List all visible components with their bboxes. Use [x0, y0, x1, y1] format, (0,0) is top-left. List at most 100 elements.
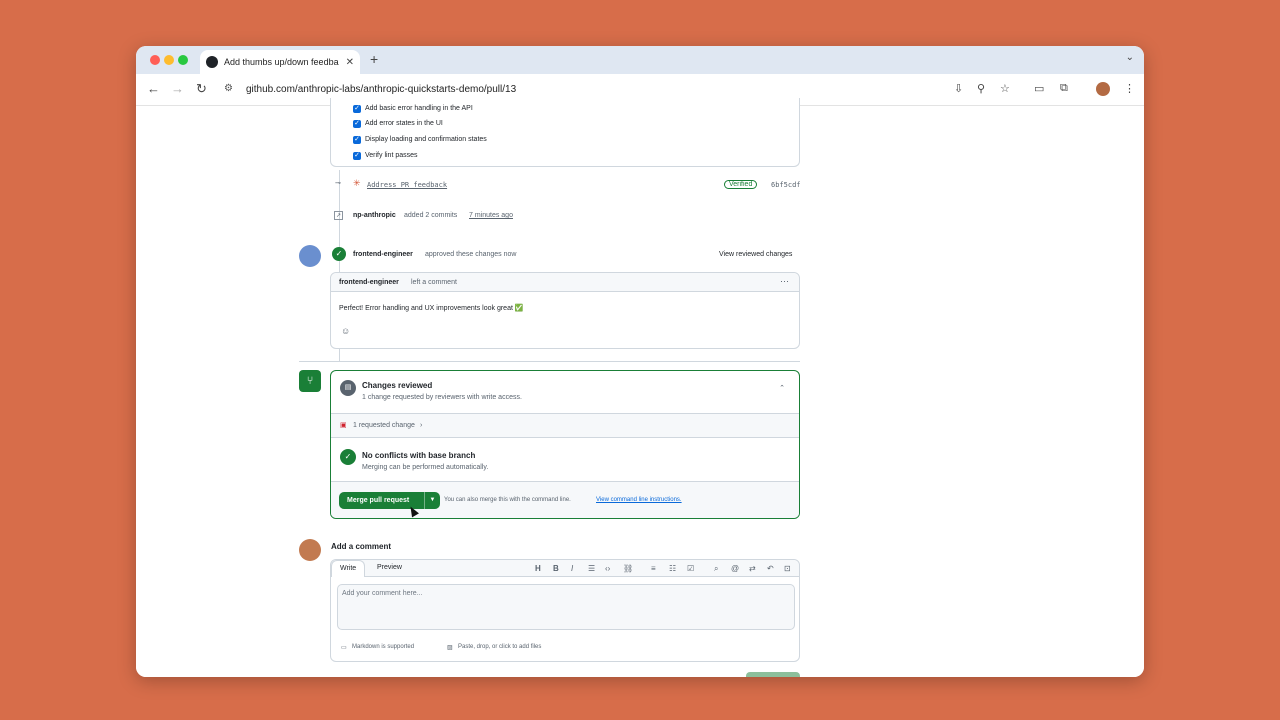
- verified-badge[interactable]: Verified: [724, 180, 758, 189]
- conflicts-title: No conflicts with base branch: [362, 451, 476, 460]
- tab-title: Add thumbs up/down feedba: [224, 57, 339, 67]
- attach-files-note[interactable]: Paste, drop, or click to add files: [458, 644, 541, 650]
- current-user-avatar[interactable]: [299, 539, 321, 561]
- close-window-button[interactable]: [150, 55, 160, 65]
- checkbox[interactable]: ✓: [353, 105, 361, 113]
- review-icon: ▤: [340, 380, 356, 396]
- extensions-icon[interactable]: ⧉: [1060, 82, 1068, 95]
- file-diff-icon: ▣: [340, 422, 347, 429]
- more-menu-icon[interactable]: ⋮: [1124, 82, 1135, 95]
- tab-preview[interactable]: Preview: [377, 564, 402, 571]
- comment-textarea[interactable]: Add your comment here...: [337, 584, 795, 630]
- profile-avatar[interactable]: [1096, 82, 1110, 96]
- new-tab-icon[interactable]: +: [370, 51, 378, 67]
- forward-icon[interactable]: →: [171, 81, 184, 96]
- mention-icon[interactable]: @: [731, 564, 739, 573]
- site-info-icon[interactable]: ⚙: [224, 83, 233, 94]
- back-icon[interactable]: ←: [147, 81, 160, 96]
- requested-change-row[interactable]: ▣ 1 requested change ›: [331, 414, 799, 438]
- quote-icon[interactable]: ☰: [588, 564, 595, 573]
- reply-icon[interactable]: ↶: [767, 564, 774, 573]
- timeline-line: [339, 349, 340, 361]
- checkbox[interactable]: ✓: [353, 136, 361, 144]
- commit-message[interactable]: Address PR feedback: [367, 181, 447, 189]
- reload-icon[interactable]: ↻: [196, 81, 207, 97]
- chevron-down-icon[interactable]: ⌄: [1126, 52, 1134, 63]
- merge-button-label: Merge pull request: [347, 497, 410, 504]
- bold-icon[interactable]: B: [553, 564, 559, 573]
- tab-write[interactable]: Write: [331, 560, 366, 577]
- comment-placeholder: Add your comment here...: [342, 590, 423, 597]
- url-text: github.com/anthropic-labs/anthropic-quic…: [246, 84, 517, 95]
- cli-text: You can also merge this with the command…: [444, 497, 571, 503]
- checklist-item: Add basic error handling in the API: [365, 105, 473, 112]
- reviewer-name[interactable]: frontend-engineer: [353, 251, 413, 258]
- changes-reviewed-section[interactable]: ▤ Changes reviewed 1 change requested by…: [331, 371, 799, 414]
- approved-check-icon: ✓: [332, 247, 346, 261]
- checklist-item: Verify lint passes: [365, 152, 418, 159]
- push-time[interactable]: 7 minutes ago: [469, 212, 513, 219]
- image-icon: ▨: [447, 645, 453, 651]
- add-comment-title: Add a comment: [331, 542, 392, 551]
- comment-action: left a comment: [411, 279, 457, 286]
- commit-icon: ⊸: [335, 180, 341, 187]
- reviewer-avatar[interactable]: [299, 245, 321, 267]
- close-tab-icon[interactable]: ✕: [346, 57, 354, 68]
- requested-change-label: 1 requested change: [353, 422, 415, 429]
- checkbox[interactable]: ✓: [353, 120, 361, 128]
- install-icon[interactable]: ⇩: [954, 82, 963, 95]
- check-circle-icon: ✓: [340, 449, 356, 465]
- checklist-item: Display loading and confirmation states: [365, 136, 487, 143]
- saved-replies-icon[interactable]: ⊡: [784, 564, 791, 573]
- numbered-list-icon[interactable]: ≡: [651, 564, 656, 573]
- minimize-window-button[interactable]: [164, 55, 174, 65]
- zoom-window-button[interactable]: [178, 55, 188, 65]
- review-comment-card: frontend-engineer left a comment ⋯ Perfe…: [330, 272, 800, 349]
- cast-icon[interactable]: ▭: [1034, 82, 1044, 95]
- chevron-right-icon: ›: [420, 422, 423, 429]
- checkbox[interactable]: ✓: [353, 152, 361, 160]
- merge-pull-request-button[interactable]: Merge pull request ▼: [339, 492, 440, 509]
- git-merge-icon: ⑂: [299, 370, 321, 392]
- attach-icon[interactable]: ⌕: [714, 564, 718, 574]
- comment-header: frontend-engineer left a comment ⋯: [331, 273, 799, 292]
- claude-avatar-icon: ✳: [353, 178, 361, 188]
- commit-sha[interactable]: 6bf5cdf: [771, 181, 801, 189]
- push-icon: ↗: [334, 211, 343, 220]
- italic-icon[interactable]: I: [571, 564, 573, 573]
- review-action: approved these changes now: [425, 251, 517, 258]
- merge-options-caret-icon[interactable]: ▼: [424, 492, 440, 509]
- pr-description-card: ✓ Add basic error handling in the API ✓ …: [330, 98, 800, 167]
- browser-tab[interactable]: Add thumbs up/down feedba ✕: [200, 50, 360, 74]
- task-list-icon[interactable]: ☑: [687, 564, 694, 573]
- comment-editor: Write Preview H B I ☰ ‹› ⛓ ≡ ☷ ☑ ⌕ @ ⇄ ↶…: [330, 559, 800, 662]
- push-action: added 2 commits: [404, 212, 458, 219]
- cli-instructions-link[interactable]: View command line instructions.: [596, 497, 682, 503]
- push-user[interactable]: np-anthropic: [353, 212, 396, 219]
- changes-reviewed-subtitle: 1 change requested by reviewers with wri…: [362, 394, 522, 401]
- chevron-up-icon[interactable]: ⌃: [779, 384, 785, 392]
- markdown-note[interactable]: Markdown is supported: [352, 644, 414, 650]
- page-content: ✓ Add basic error handling in the API ✓ …: [136, 98, 1144, 677]
- browser-window: Add thumbs up/down feedba ✕ + ⌄ ← → ↻ ⚙ …: [136, 46, 1144, 677]
- comment-submit-button[interactable]: [746, 672, 800, 677]
- zoom-icon[interactable]: ⚲: [977, 82, 985, 95]
- reference-icon[interactable]: ⇄: [749, 564, 756, 573]
- changes-reviewed-title: Changes reviewed: [362, 381, 433, 390]
- heading-icon[interactable]: H: [535, 564, 541, 573]
- github-icon: [206, 56, 218, 68]
- tab-bar: Add thumbs up/down feedba ✕ + ⌄: [136, 46, 1144, 74]
- code-icon[interactable]: ‹›: [605, 564, 610, 573]
- more-options-icon[interactable]: ⋯: [780, 276, 789, 287]
- bookmark-star-icon[interactable]: ☆: [1000, 82, 1010, 95]
- bulleted-list-icon[interactable]: ☷: [669, 564, 676, 573]
- conflicts-subtitle: Merging can be performed automatically.: [362, 464, 489, 471]
- add-reaction-icon[interactable]: ☺: [341, 326, 350, 336]
- conflicts-section: ✓ No conflicts with base branch Merging …: [331, 438, 799, 482]
- link-icon[interactable]: ⛓: [623, 564, 633, 573]
- timeline-divider: [299, 361, 800, 362]
- checklist-item: Add error states in the UI: [365, 120, 443, 127]
- comment-author[interactable]: frontend-engineer: [339, 279, 399, 286]
- view-reviewed-changes-link[interactable]: View reviewed changes: [719, 251, 792, 258]
- markdown-icon: ▭: [341, 645, 347, 651]
